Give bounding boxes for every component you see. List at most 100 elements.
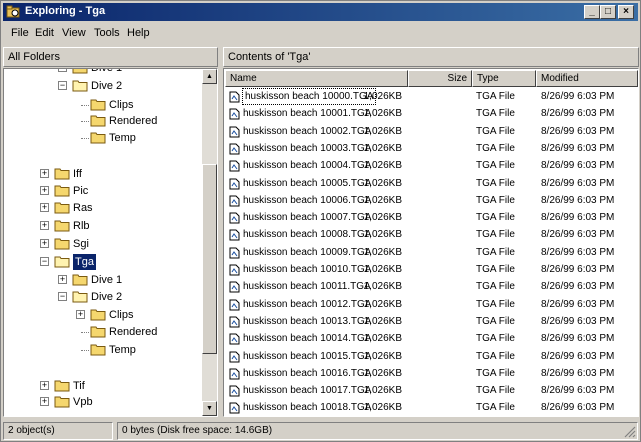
tree-item-label: Clips	[109, 99, 134, 111]
file-modified: 8/26/99 6:03 PM	[541, 315, 615, 327]
expand-icon[interactable]: +	[58, 275, 67, 284]
menu-edit[interactable]: Edit	[35, 27, 54, 39]
resize-grip-icon[interactable]	[624, 426, 636, 438]
file-modified: 8/26/99 6:03 PM	[541, 333, 615, 345]
scroll-up-button[interactable]: ▲	[202, 69, 217, 84]
close-button[interactable]: ×	[618, 5, 634, 19]
file-row[interactable]: huskisson beach 10008.TGA 1,026KB TGA File…	[224, 226, 638, 244]
file-row[interactable]: huskisson beach 10003.TGA 1,026KB TGA File…	[224, 140, 638, 158]
file-row[interactable]: huskisson beach 10009.TGA 1,026KB TGA File…	[224, 244, 638, 262]
scroll-down-button[interactable]: ▼	[202, 401, 217, 416]
collapse-icon[interactable]: −	[58, 292, 67, 301]
menu-bar: File Edit View Tools Help	[3, 23, 638, 43]
file-modified: 8/26/99 6:03 PM	[541, 177, 615, 189]
folder-tree[interactable]: −Dps_vfs (P:)+Bmp−Dps+Dive 1−Dive 2Clips…	[3, 68, 218, 417]
file-modified: 8/26/99 6:03 PM	[541, 402, 615, 414]
file-size: 1,026KB	[363, 333, 402, 345]
file-row[interactable]: huskisson beach 10013.TGA 1,026KB TGA File…	[224, 313, 638, 331]
explorer-app-icon	[6, 5, 20, 18]
file-row[interactable]: huskisson beach 10011.TGA 1,026KB TGA File…	[224, 278, 638, 296]
file-name: huskisson beach 10016.TGA	[243, 367, 372, 379]
folder-icon	[90, 131, 106, 144]
expand-icon[interactable]: +	[40, 239, 49, 248]
tree-item-label: Dive 1	[91, 274, 123, 286]
column-header-modified[interactable]: Modified	[536, 70, 638, 87]
tree-item-label: Dive 1	[91, 68, 123, 74]
collapse-icon[interactable]: −	[40, 257, 49, 266]
file-name: huskisson beach 10015.TGA	[243, 350, 372, 362]
tga-file-icon	[229, 385, 240, 397]
file-size: 1,026KB	[363, 264, 402, 275]
file-row[interactable]: huskisson beach 10002.TGA 1,026KB TGA File…	[224, 123, 638, 141]
file-modified: 8/26/99 6:03 PM	[541, 367, 615, 379]
file-row[interactable]: huskisson beach 10018.TGA 1,026KB TGA File…	[224, 399, 638, 416]
file-type: TGA File	[476, 367, 515, 379]
tree-pane-header: All Folders	[3, 47, 218, 67]
title-bar[interactable]: Exploring - Tga _ □ ×	[3, 3, 638, 21]
file-row[interactable]: huskisson beach 10005.TGA 1,026KB TGA File…	[224, 175, 638, 193]
file-modified: 8/26/99 6:03 PM	[541, 212, 615, 224]
expand-icon[interactable]: +	[40, 169, 49, 178]
file-row[interactable]: huskisson beach 10007.TGA 1,026KB TGA File…	[224, 209, 638, 227]
tree-vertical-scrollbar[interactable]: ▲ ▼	[202, 69, 217, 416]
file-row[interactable]: huskisson beach 10001.TGA 1,026KB TGA File…	[224, 105, 638, 123]
file-modified: 8/26/99 6:03 PM	[541, 229, 615, 241]
menu-view[interactable]: View	[62, 27, 86, 39]
file-row[interactable]: huskisson beach 10015.TGA 1,026KB TGA File…	[224, 348, 638, 366]
tree-item-label: Tif	[73, 380, 85, 392]
maximize-button[interactable]: □	[600, 5, 616, 19]
expand-icon[interactable]: +	[40, 186, 49, 195]
file-size: 1,026KB	[363, 125, 402, 137]
folder-icon	[54, 395, 70, 408]
folder-icon	[54, 167, 70, 180]
status-bar: 2 object(s) 0 bytes (Disk free space: 14…	[3, 422, 638, 440]
expand-icon[interactable]: +	[76, 310, 85, 319]
minimize-button[interactable]: _	[584, 5, 600, 19]
file-row[interactable]: huskisson beach 10010.TGA 1,026KB TGA File…	[224, 261, 638, 279]
file-list[interactable]: Name Size Type Modified huskisson beach …	[223, 68, 639, 417]
tree-item-label: Clips	[109, 309, 134, 321]
tga-file-icon	[229, 143, 240, 155]
file-name: huskisson beach 10013.TGA	[243, 315, 372, 327]
column-header-name[interactable]: Name	[225, 70, 408, 87]
file-modified: 8/26/99 6:03 PM	[541, 350, 615, 362]
file-type: TGA File	[476, 333, 515, 345]
menu-help[interactable]: Help	[127, 27, 150, 39]
file-row[interactable]: huskisson beach 10006.TGA 1,026KB TGA File…	[224, 192, 638, 210]
explorer-window: Exploring - Tga _ □ × File Edit View Too…	[0, 0, 641, 442]
list-pane-header: Contents of 'Tga'	[223, 47, 639, 67]
file-row[interactable]: huskisson beach 10014.TGA 1,026KB TGA File…	[224, 330, 638, 348]
collapse-icon[interactable]: −	[58, 81, 67, 90]
folder-icon	[54, 237, 70, 250]
tga-file-icon	[229, 368, 240, 380]
file-type: TGA File	[476, 350, 515, 362]
expand-icon[interactable]: +	[40, 381, 49, 390]
folder-icon	[90, 343, 106, 356]
file-size: 1,026KB	[363, 194, 402, 206]
tga-file-icon	[229, 108, 240, 120]
file-size: 1,026KB	[363, 246, 402, 258]
file-name: huskisson beach 10011.TGA	[243, 281, 371, 293]
file-type: TGA File	[476, 246, 515, 258]
file-row[interactable]: huskisson beach 10017.TGA 1,026KB TGA File…	[224, 382, 638, 400]
file-type: TGA File	[476, 385, 515, 397]
column-header-type[interactable]: Type	[472, 70, 536, 87]
column-header-size[interactable]: Size	[408, 70, 472, 87]
file-row[interactable]: huskisson beach 10012.TGA 1,026KB TGA File…	[224, 296, 638, 314]
folder-icon	[72, 69, 88, 74]
menu-tools[interactable]: Tools	[94, 27, 120, 39]
file-row[interactable]: huskisson beach 10000.TGA 1,026KB TGA File…	[224, 88, 638, 106]
file-row[interactable]: huskisson beach 10004.TGA 1,026KB TGA File…	[224, 157, 638, 175]
scroll-thumb[interactable]	[202, 164, 217, 354]
file-row[interactable]: huskisson beach 10016.TGA 1,026KB TGA File…	[224, 365, 638, 383]
file-type: TGA File	[476, 281, 515, 293]
expand-icon[interactable]: +	[40, 221, 49, 230]
folder-icon	[90, 308, 106, 321]
expand-icon[interactable]: +	[58, 69, 67, 72]
expand-icon[interactable]: +	[40, 203, 49, 212]
expand-icon[interactable]: +	[40, 397, 49, 406]
file-type: TGA File	[476, 315, 515, 327]
file-modified: 8/26/99 6:03 PM	[541, 142, 615, 154]
menu-file[interactable]: File	[11, 27, 29, 39]
file-name: huskisson beach 10000.TGA	[241, 88, 377, 105]
